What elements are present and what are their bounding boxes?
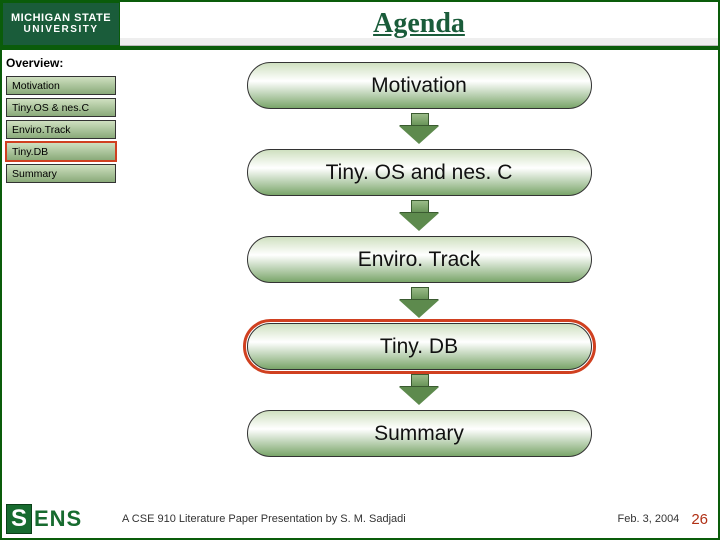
- sidebar-item[interactable]: Tiny.DB: [6, 142, 116, 161]
- sidebar: Overview: Motivation Tiny.OS & nes.C Envir…: [2, 50, 120, 502]
- arrow-down-icon: [399, 200, 439, 232]
- flow-node: Summary: [247, 410, 592, 457]
- footer-logo-s: S: [6, 504, 32, 534]
- sidebar-item[interactable]: Summary: [6, 164, 116, 183]
- content: Motivation Tiny. OS and nes. C Enviro. Tra…: [120, 50, 718, 502]
- sidebar-item[interactable]: Motivation: [6, 76, 116, 95]
- footer: S ENS A CSE 910 Literature Paper Present…: [2, 502, 718, 536]
- arrow-down-icon: [399, 374, 439, 406]
- footer-logo: S ENS: [6, 503, 92, 535]
- sidebar-title: Overview:: [6, 56, 116, 70]
- flow-node: Tiny. OS and nes. C: [247, 149, 592, 196]
- flow-diagram: Motivation Tiny. OS and nes. C Enviro. Tra…: [120, 62, 718, 457]
- logo-line2: UNIVERSITY: [23, 25, 98, 36]
- footer-date: Feb. 3, 2004: [618, 513, 692, 525]
- sidebar-item[interactable]: Tiny.OS & nes.C: [6, 98, 116, 117]
- arrow-down-icon: [399, 287, 439, 319]
- flow-node: Motivation: [247, 62, 592, 109]
- sidebar-item[interactable]: Enviro.Track: [6, 120, 116, 139]
- header: MICHIGAN STATE UNIVERSITY Agenda: [2, 2, 718, 50]
- footer-logo-ens: ENS: [34, 506, 82, 532]
- university-logo: MICHIGAN STATE UNIVERSITY: [2, 2, 120, 46]
- main: Overview: Motivation Tiny.OS & nes.C Envir…: [2, 50, 718, 502]
- arrow-down-icon: [399, 113, 439, 145]
- logo-line1: MICHIGAN STATE: [11, 13, 111, 25]
- footer-text: A CSE 910 Literature Paper Presentation …: [92, 513, 618, 525]
- slide-title: Agenda: [120, 2, 718, 46]
- flow-node: Tiny. DB: [247, 323, 592, 370]
- footer-page: 26: [691, 511, 718, 528]
- flow-node: Enviro. Track: [247, 236, 592, 283]
